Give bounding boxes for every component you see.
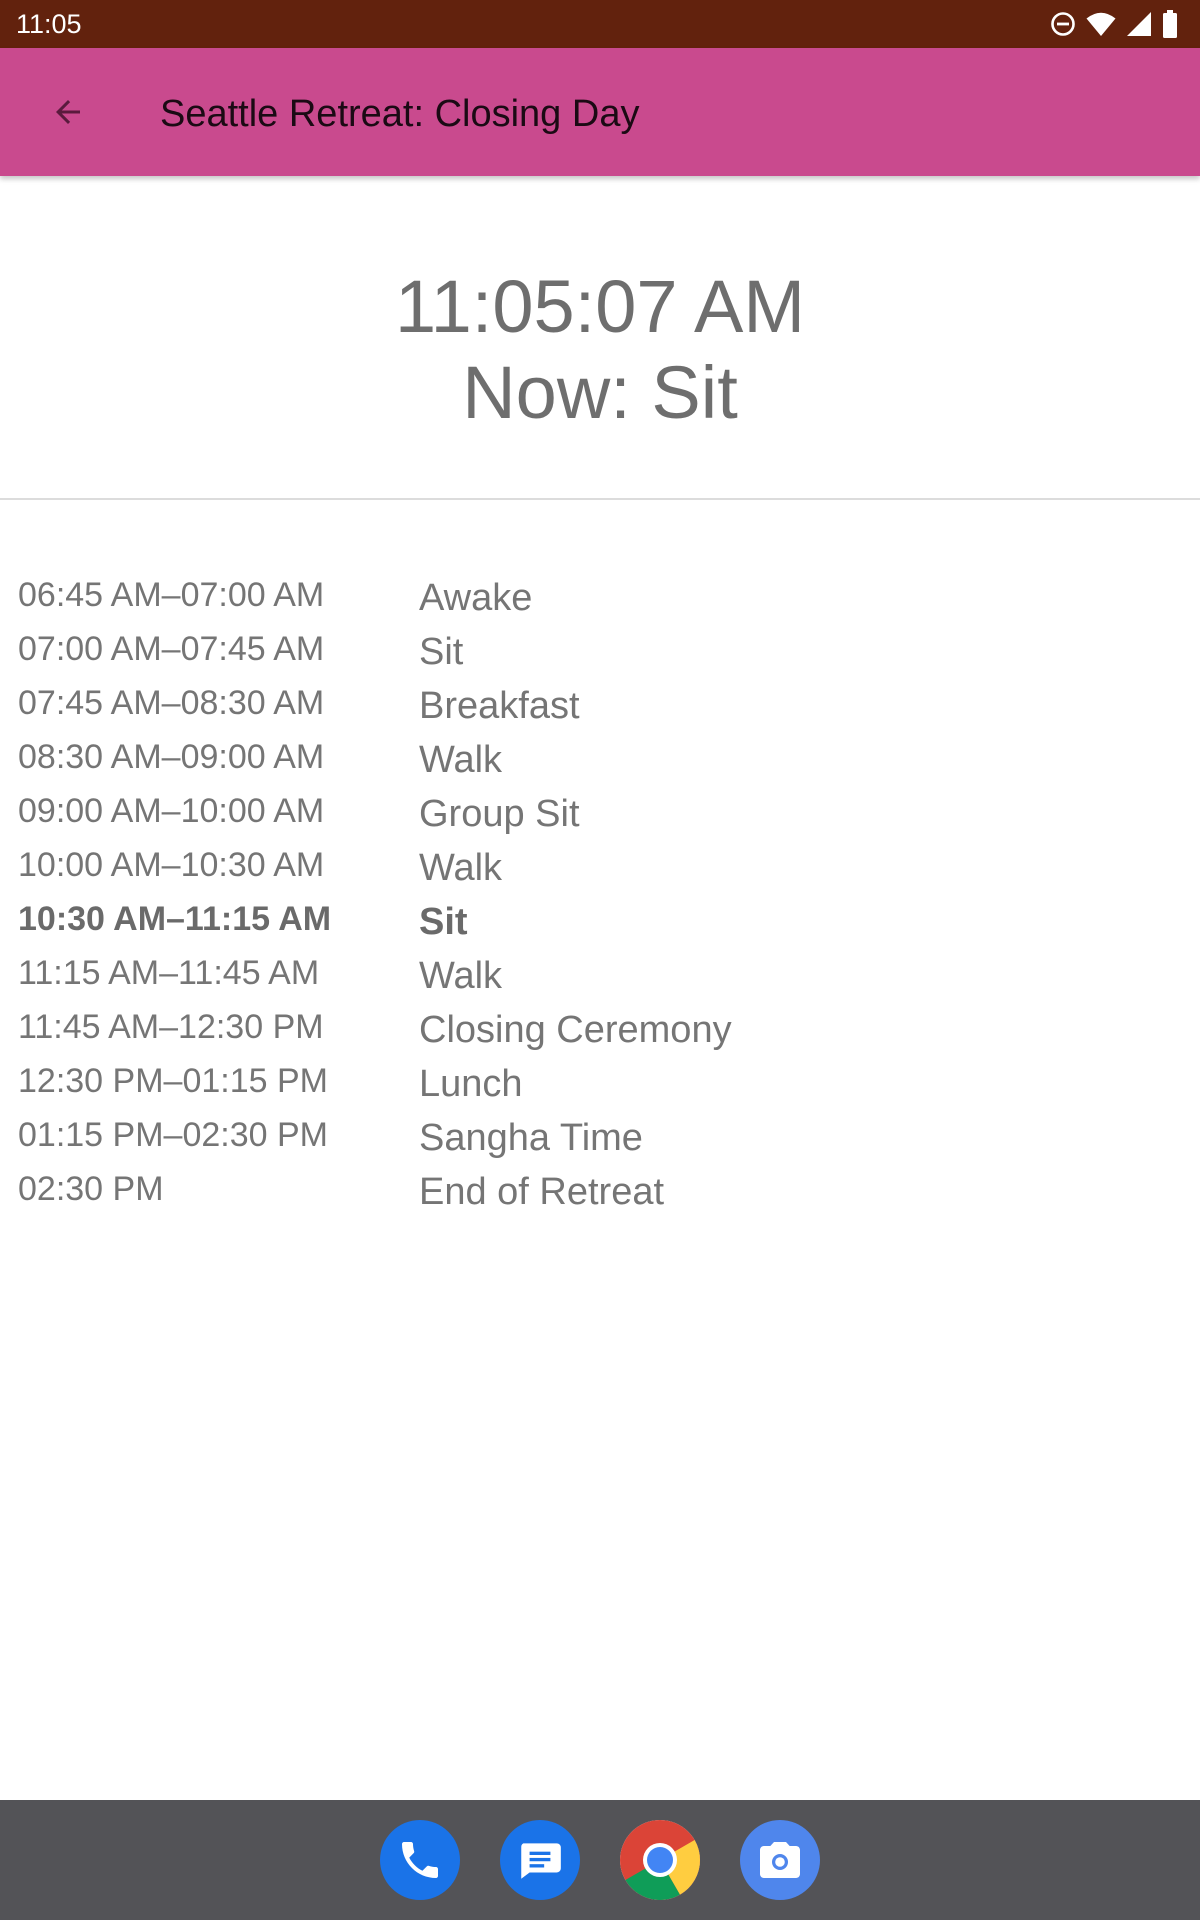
cell-signal-icon [1127,12,1151,36]
schedule-time: 06:45 AM–07:00 AM [18,576,325,614]
back-button[interactable] [40,84,96,140]
schedule-time: 02:30 PM [18,1170,164,1208]
status-time: 11:05 [16,9,82,39]
schedule-time: 12:30 PM–01:15 PM [18,1062,328,1100]
arrow-back-icon [56,100,80,124]
schedule-row: 09:00 AM–10:00 AM Group Sit [0,784,1200,838]
schedule-activity: Sangha Time [419,1117,643,1159]
chrome-icon [620,1820,700,1900]
schedule-activity: Breakfast [419,685,580,727]
messages-app-icon[interactable] [500,1820,580,1900]
wifi-icon [1086,12,1116,36]
schedule-time: 10:30 AM–11:15 AM [18,900,332,938]
schedule-activity: Walk [419,739,503,781]
battery-icon [1163,10,1177,38]
schedule-time: 07:45 AM–08:30 AM [18,684,325,722]
app-bar: Seattle Retreat: Closing Day [0,48,1200,176]
schedule-row: 10:00 AM–10:30 AM Walk [0,838,1200,892]
status-icons [1050,9,1178,39]
schedule-row: 11:45 AM–12:30 PM Closing Ceremony [0,1000,1200,1054]
schedule-activity: Group Sit [419,793,580,835]
schedule-row: 11:15 AM–11:45 AM Walk [0,946,1200,1000]
schedule-row: 12:30 PM–01:15 PM Lunch [0,1054,1200,1108]
camera-app-icon[interactable] [740,1820,820,1900]
schedule-row-current: 10:30 AM–11:15 AM Sit [0,892,1200,946]
phone-app-icon[interactable] [380,1820,460,1900]
schedule-row: 06:45 AM–07:00 AM Awake [0,568,1200,622]
schedule-time: 01:15 PM–02:30 PM [18,1116,328,1154]
camera-icon [760,1842,800,1878]
schedule-time: 07:00 AM–07:45 AM [18,630,325,668]
chrome-app-icon[interactable] [620,1820,700,1900]
schedule-time: 11:15 AM–11:45 AM [18,954,320,992]
schedule-activity: Closing Ceremony [419,1009,732,1051]
schedule-activity: End of Retreat [419,1171,665,1213]
schedule-time: 09:00 AM–10:00 AM [18,792,325,830]
app-dock [0,1800,1200,1920]
schedule-activity: Walk [419,847,503,889]
schedule-row: 08:30 AM–09:00 AM Walk [0,730,1200,784]
current-time: 11:05:07 AM [394,265,806,348]
clock-area: 11:05:07 AM Now: Sit [0,176,1200,498]
phone-icon [402,1842,438,1878]
schedule-row: 02:30 PM End of Retreat [0,1162,1200,1216]
schedule-row: 07:00 AM–07:45 AM Sit [0,622,1200,676]
schedule-time: 11:45 AM–12:30 PM [18,1008,324,1046]
page-title: Seattle Retreat: Closing Day [160,93,640,135]
current-activity: Now: Sit [462,351,738,434]
schedule-activity: Walk [419,955,503,997]
schedule-list: 06:45 AM–07:00 AM Awake 07:00 AM–07:45 A… [0,568,1200,1216]
schedule-activity: Awake [419,577,533,619]
schedule-activity: Lunch [419,1063,523,1105]
do-not-disturb-icon [1051,12,1075,36]
schedule-row: 07:45 AM–08:30 AM Breakfast [0,676,1200,730]
schedule-activity: Sit [419,901,468,943]
status-bar: 11:05 [0,0,1200,48]
schedule-activity: Sit [419,631,464,673]
schedule-row: 01:15 PM–02:30 PM Sangha Time [0,1108,1200,1162]
divider [0,498,1200,500]
message-icon [521,1843,561,1879]
screen: 11:05 Seattle Retreat: Closing Day 11:05… [0,0,1200,1920]
schedule-time: 08:30 AM–09:00 AM [18,738,325,776]
schedule-time: 10:00 AM–10:30 AM [18,846,325,884]
